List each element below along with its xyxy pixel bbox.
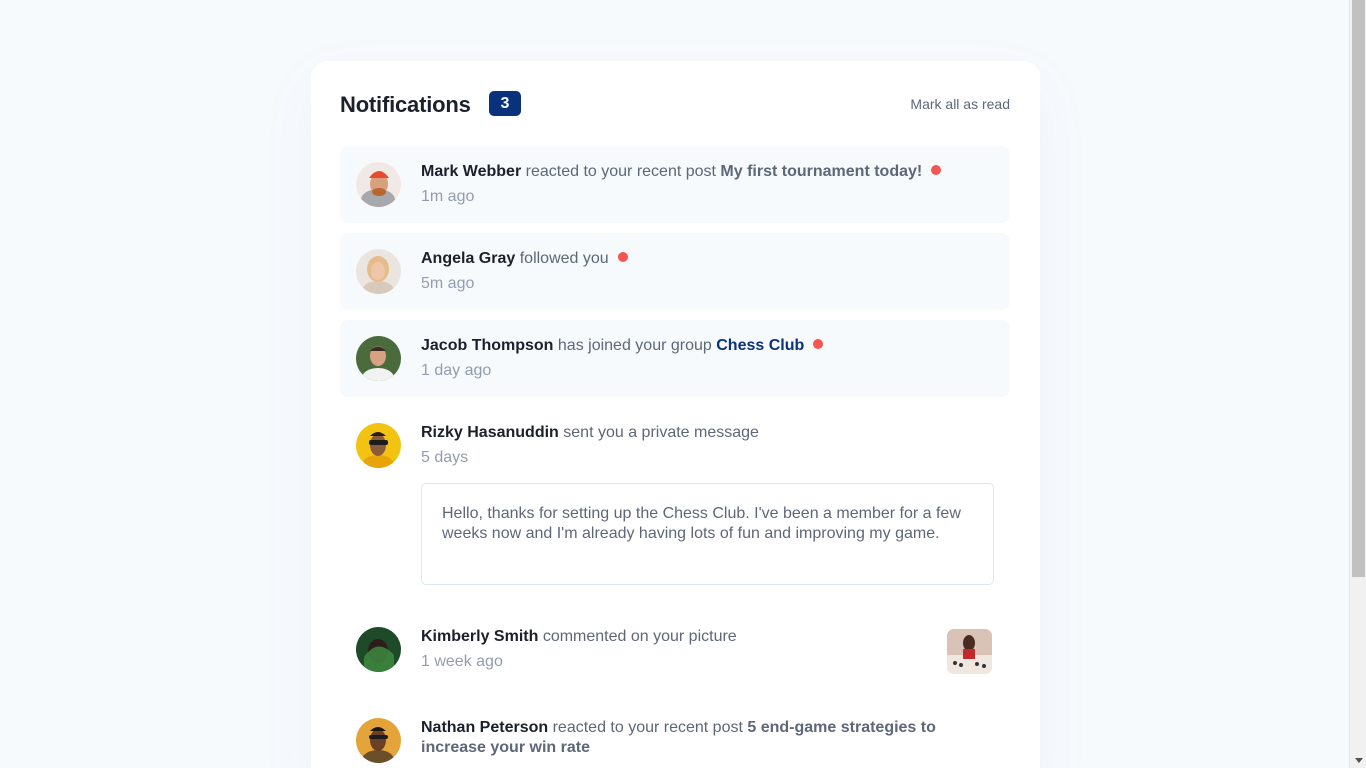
notifications-header: Notifications 3 Mark all as read <box>340 91 1010 119</box>
notification-action: reacted to your recent post <box>552 719 743 736</box>
avatar[interactable] <box>356 718 401 763</box>
post-link[interactable]: increase your win rate <box>421 739 590 756</box>
notification-item[interactable]: Nathan Peterson reacted to your recent p… <box>340 702 1010 768</box>
user-name[interactable]: Jacob Thompson <box>421 337 553 354</box>
unread-dot-icon <box>813 339 824 349</box>
avatar[interactable] <box>356 336 401 381</box>
scrollbar-thumb[interactable] <box>1352 0 1365 577</box>
unread-dot-icon <box>931 165 942 175</box>
notification-action: reacted to your recent post <box>525 163 716 180</box>
user-name[interactable]: Kimberly Smith <box>421 628 538 645</box>
notification-time: 5m ago <box>421 275 475 292</box>
post-link[interactable]: 5 end-game strategies to <box>747 719 936 736</box>
user-name[interactable]: Angela Gray <box>421 250 515 267</box>
avatar[interactable] <box>356 423 401 468</box>
notification-text: Kimberly Smith commented on your picture <box>421 627 737 647</box>
notification-item[interactable]: Mark Webber reacted to your recent post … <box>340 146 1010 223</box>
notification-text: Mark Webber reacted to your recent post … <box>421 162 942 182</box>
notification-time: 1 week ago <box>421 653 503 670</box>
user-name[interactable]: Mark Webber <box>421 163 521 180</box>
group-link[interactable]: Chess Club <box>716 337 804 354</box>
page-title: Notifications <box>340 92 471 117</box>
user-name[interactable]: Rizky Hasanuddin <box>421 424 559 441</box>
post-link[interactable]: My first tournament today! <box>720 163 922 180</box>
notification-text: Jacob Thompson has joined your group Che… <box>421 336 824 356</box>
notification-time: 1m ago <box>421 188 475 205</box>
unread-count-badge: 3 <box>489 91 521 116</box>
notification-action: followed you <box>519 250 609 267</box>
notification-item[interactable]: Rizky Hasanuddin sent you a private mess… <box>340 407 1010 597</box>
notification-text: Angela Gray followed you <box>421 249 628 269</box>
notification-item[interactable]: Kimberly Smith commented on your picture… <box>340 611 1010 688</box>
notification-text-continued: increase your win rate <box>421 738 590 758</box>
avatar[interactable] <box>356 162 401 207</box>
private-message-preview[interactable]: Hello, thanks for setting up the Chess C… <box>421 483 994 585</box>
scroll-down-arrow-icon[interactable] <box>1355 758 1363 763</box>
notification-time: 5 days <box>421 449 469 466</box>
notification-time: 1 day ago <box>421 362 492 379</box>
notification-action: sent you a private message <box>563 424 759 441</box>
page-scrollbar[interactable] <box>1349 0 1366 768</box>
notification-item[interactable]: Jacob Thompson has joined your group Che… <box>340 320 1010 397</box>
mark-all-as-read-button[interactable]: Mark all as read <box>910 96 1010 112</box>
notification-text: Nathan Peterson reacted to your recent p… <box>421 718 936 738</box>
notification-action: commented on your picture <box>542 628 737 645</box>
notification-item[interactable]: Angela Gray followed you 5m ago <box>340 233 1010 310</box>
notification-action: has joined your group <box>557 337 712 354</box>
notification-text: Rizky Hasanuddin sent you a private mess… <box>421 423 759 443</box>
commented-picture-thumbnail[interactable] <box>947 629 992 674</box>
unread-dot-icon <box>617 252 628 262</box>
user-name[interactable]: Nathan Peterson <box>421 719 548 736</box>
avatar[interactable] <box>356 249 401 294</box>
avatar[interactable] <box>356 627 401 672</box>
notifications-card: Notifications 3 Mark all as read Mark We… <box>311 61 1040 768</box>
